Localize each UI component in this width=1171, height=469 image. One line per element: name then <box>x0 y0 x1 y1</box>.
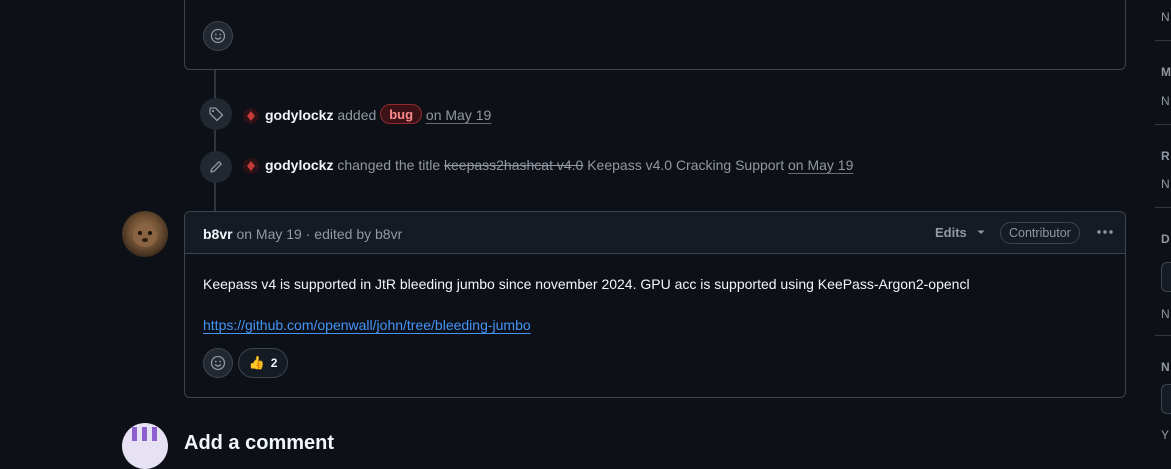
edits-label: Edits <box>935 225 967 240</box>
pencil-icon <box>210 161 222 173</box>
add-comment-title: Add a comment <box>184 432 335 454</box>
sidebar-letter: Y <box>1161 428 1170 442</box>
tag-icon <box>209 107 224 122</box>
label-added-event: godylockz added bug on May 19 <box>243 104 491 124</box>
bug-label[interactable]: bug <box>380 104 423 124</box>
comment-author[interactable]: b8vr <box>203 226 233 242</box>
comment-meta[interactable]: on May 19 · edited by b8vr <box>236 226 402 242</box>
smiley-icon <box>210 28 226 44</box>
avatar[interactable] <box>243 158 259 174</box>
title-changed-event: godylockz changed the title keepass2hash… <box>243 157 853 174</box>
contributor-badge: Contributor <box>1000 222 1080 244</box>
event-action: added <box>337 107 377 123</box>
event-date[interactable]: on May 19 <box>426 107 491 123</box>
sidebar-letter: N <box>1161 177 1170 191</box>
sidebar-divider <box>1155 207 1171 208</box>
old-title: keepass2hashcat v4.0 <box>444 157 584 173</box>
tag-event-icon-wrapper <box>200 98 232 130</box>
timeline-line <box>214 70 216 212</box>
comment-header-text: b8vr on May 19 · edited by b8vr <box>203 226 402 242</box>
caret-down-icon <box>977 230 985 234</box>
sidebar-select[interactable] <box>1161 262 1171 292</box>
sidebar-letter: D <box>1161 232 1170 246</box>
comment-link[interactable]: https://github.com/openwall/john/tree/bl… <box>203 317 531 333</box>
sidebar-divider <box>1155 335 1171 336</box>
kebab-horizontal-icon <box>1097 230 1113 234</box>
event-action: changed the title <box>337 157 441 173</box>
event-user[interactable]: godylockz <box>265 157 333 173</box>
previous-comment-card <box>184 0 1126 70</box>
thumbs-up-icon: 👍 <box>248 355 265 370</box>
comment-card: b8vr on May 19 · edited by b8vr Edits Co… <box>184 211 1126 398</box>
sidebar-letter: N <box>1161 307 1170 321</box>
edits-dropdown[interactable]: Edits <box>935 225 986 240</box>
pencil-event-icon-wrapper <box>200 151 232 183</box>
add-reaction-button[interactable] <box>203 21 233 51</box>
event-user[interactable]: godylockz <box>265 107 333 123</box>
smiley-icon <box>210 355 226 371</box>
event-date[interactable]: on May 19 <box>788 157 853 173</box>
thumbs-up-reaction[interactable]: 👍 2 <box>238 348 288 378</box>
sidebar-select[interactable] <box>1161 384 1171 414</box>
sidebar-letter: N <box>1161 10 1170 24</box>
add-reaction-button[interactable] <box>203 348 233 378</box>
comment-body: Keepass v4 is supported in JtR bleeding … <box>203 276 970 292</box>
sidebar-letter: R <box>1161 149 1170 163</box>
new-title: Keepass v4.0 Cracking Support <box>587 157 785 173</box>
current-user-avatar[interactable] <box>122 423 168 469</box>
sidebar-letter: N <box>1161 94 1170 108</box>
sidebar-letter: M <box>1161 65 1171 79</box>
sidebar-divider <box>1155 40 1171 41</box>
avatar[interactable] <box>243 108 259 124</box>
sidebar-divider <box>1155 124 1171 125</box>
sidebar-letter: N <box>1161 360 1170 374</box>
commenter-avatar[interactable] <box>122 211 168 257</box>
more-options-button[interactable] <box>1095 224 1115 243</box>
reaction-count: 2 <box>270 356 278 370</box>
